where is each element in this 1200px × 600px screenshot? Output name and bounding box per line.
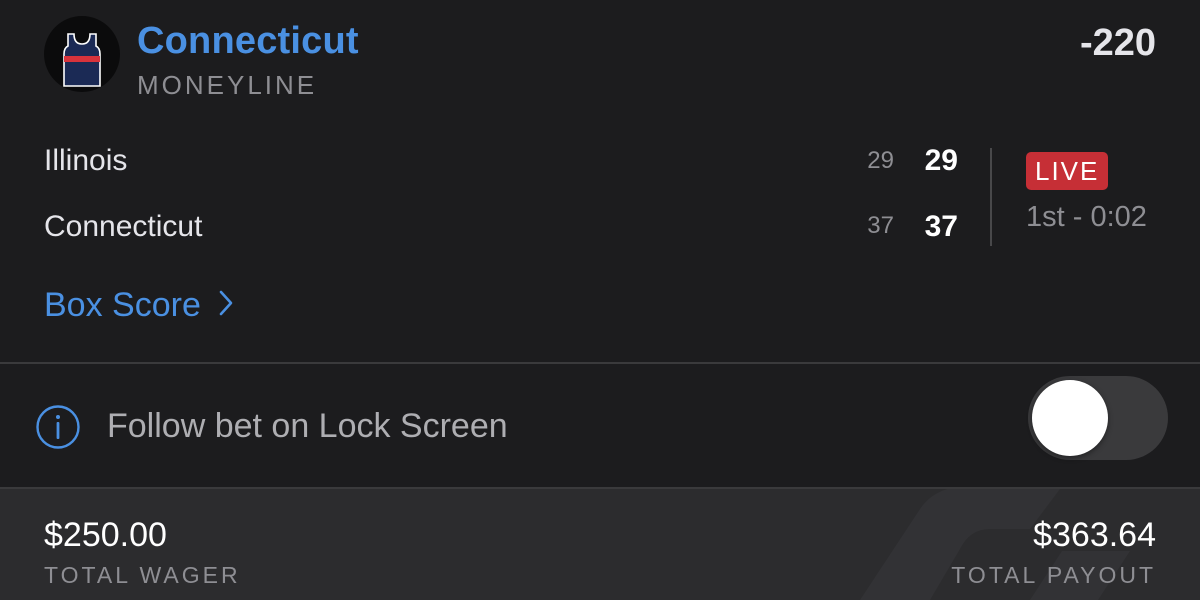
- score-divider: [990, 148, 992, 246]
- team-name-away: Illinois: [44, 144, 128, 177]
- game-clock: 1st - 0:02: [1026, 201, 1147, 233]
- toggle-knob: [1032, 380, 1108, 456]
- bet-odds: -220: [1079, 22, 1156, 64]
- chevron-right-icon: [219, 286, 233, 325]
- basketball-jersey-icon: [63, 33, 101, 87]
- lock-screen-toggle[interactable]: [1028, 376, 1168, 460]
- bet-type-label: MONEYLINE: [137, 70, 318, 100]
- info-icon[interactable]: [35, 404, 81, 455]
- team-name-home: Connecticut: [44, 210, 203, 243]
- box-score-label: Box Score: [44, 286, 201, 324]
- total-payout-label: TOTAL PAYOUT: [951, 562, 1156, 588]
- bet-card: Connecticut MONEYLINE -220 Illinois 29 2…: [0, 0, 1200, 600]
- live-badge: LIVE: [1026, 152, 1109, 190]
- team-avatar: [44, 16, 120, 92]
- total-wager-amount: $250.00: [44, 516, 167, 554]
- lock-screen-label: Follow bet on Lock Screen: [107, 407, 508, 445]
- team-away-total-score: 29: [924, 144, 958, 177]
- team-home-total-score: 37: [924, 210, 958, 243]
- team-away-period-score: 29: [867, 147, 894, 174]
- total-payout-amount: $363.64: [1033, 516, 1156, 554]
- box-score-link[interactable]: Box Score: [44, 286, 233, 325]
- total-wager-label: TOTAL WAGER: [44, 562, 241, 588]
- team-home-period-score: 37: [867, 212, 894, 239]
- bet-pick-title: Connecticut: [137, 20, 359, 62]
